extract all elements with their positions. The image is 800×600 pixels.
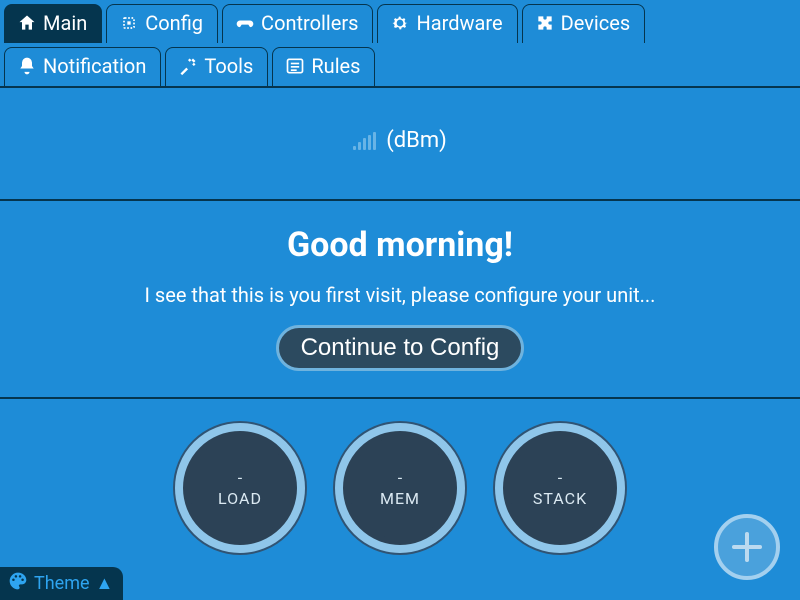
gauge-label: MEM — [380, 489, 420, 508]
tab-notification[interactable]: Notification — [4, 47, 161, 86]
theme-toggle[interactable]: Theme ▲ — [0, 567, 123, 600]
gauges-row: - LOAD - MEM - STACK — [0, 397, 800, 553]
signal-label: (dBm) — [386, 128, 447, 153]
welcome-title: Good morning! — [20, 225, 780, 265]
theme-label: Theme — [34, 573, 90, 594]
tab-label: Tools — [204, 54, 253, 78]
chevron-up-icon: ▲ — [96, 573, 114, 594]
chip-icon — [119, 13, 139, 33]
tab-bar: Main Config Controllers Hardware Devices… — [0, 0, 800, 88]
palette-icon — [8, 571, 28, 596]
tab-label: Rules — [311, 54, 360, 78]
gauge-value: - — [398, 468, 402, 487]
tab-label: Config — [145, 11, 203, 35]
tab-rules[interactable]: Rules — [272, 47, 375, 86]
tools-icon — [178, 56, 198, 76]
tab-label: Hardware — [416, 11, 502, 35]
bell-icon — [17, 56, 37, 76]
add-button[interactable] — [714, 514, 780, 580]
tab-label: Devices — [561, 11, 631, 35]
tab-label: Controllers — [261, 11, 358, 35]
gauge-mem: - MEM — [335, 423, 465, 553]
continue-config-button[interactable]: Continue to Config — [276, 325, 525, 371]
home-icon — [17, 13, 37, 33]
list-icon — [285, 56, 305, 76]
tab-hardware[interactable]: Hardware — [377, 4, 517, 43]
gauge-label: LOAD — [218, 489, 262, 508]
tab-tools[interactable]: Tools — [165, 47, 268, 86]
tab-controllers[interactable]: Controllers — [222, 4, 373, 43]
tab-config[interactable]: Config — [106, 4, 218, 43]
gear-icon — [390, 13, 410, 33]
signal-strength: (dBm) — [0, 88, 800, 199]
tab-label: Notification — [43, 54, 146, 78]
tab-main[interactable]: Main — [4, 4, 102, 43]
gauge-value: - — [238, 468, 242, 487]
gauge-label: STACK — [533, 489, 587, 508]
tab-devices[interactable]: Devices — [522, 4, 646, 43]
welcome-body: I see that this is you first visit, plea… — [20, 283, 780, 307]
tab-label: Main — [43, 11, 87, 35]
gauge-value: - — [558, 468, 562, 487]
gauge-stack: - STACK — [495, 423, 625, 553]
welcome-panel: Good morning! I see that this is you fir… — [0, 199, 800, 397]
gamepad-icon — [235, 13, 255, 33]
puzzle-icon — [535, 13, 555, 33]
gauge-load: - LOAD — [175, 423, 305, 553]
signal-bars-icon — [353, 132, 376, 150]
